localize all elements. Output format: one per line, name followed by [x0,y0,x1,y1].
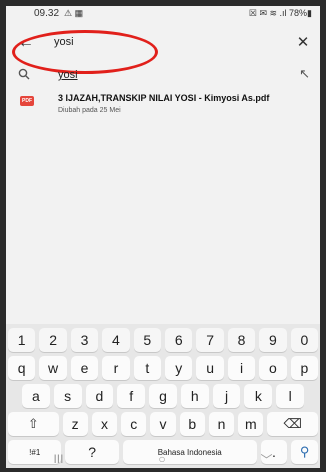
key-5[interactable]: 5 [133,328,162,352]
key-l[interactable]: l [276,384,305,408]
key-7[interactable]: 7 [196,328,224,352]
key-p[interactable]: p [290,356,319,380]
key-o[interactable]: o [259,356,287,380]
key-g[interactable]: g [149,384,177,408]
key-y[interactable]: y [165,356,193,380]
system-nav-bar: III ○ ﹀ [6,450,320,468]
key-3[interactable]: 3 [70,328,99,352]
key-h[interactable]: h [180,384,209,408]
key-j[interactable]: j [212,384,241,408]
key-x[interactable]: x [91,412,118,436]
key-w[interactable]: w [39,356,67,380]
suggestion-text: yosi [58,69,78,81]
keyboard-row-asdf: a s d f g h j k l [22,384,305,408]
key-z[interactable]: z [62,412,88,436]
home-icon[interactable]: ○ [158,452,165,466]
key-e[interactable]: e [70,356,99,380]
key-6[interactable]: 6 [165,328,193,352]
key-8[interactable]: 8 [227,328,256,352]
search-icon [18,68,30,80]
key-v[interactable]: v [150,412,176,436]
key-c[interactable]: c [121,412,147,436]
key-u[interactable]: u [196,356,224,380]
phone-screen: 09.32 ⚠ ▦ ☒ ✉ ≋ .ıl 78%▮ ← yosi ✕ yosi ↖… [0,0,326,472]
key-q[interactable]: q [8,356,36,380]
search-suggestion[interactable]: yosi ↖ [6,64,320,86]
status-system-icons: ☒ ✉ ≋ .ıl 78%▮ [248,8,312,18]
recents-icon[interactable]: III [53,452,63,466]
backspace-icon[interactable]: ⌫ [267,412,318,436]
nav-back-icon[interactable]: ﹀ [261,451,273,468]
key-m[interactable]: m [238,412,264,436]
pdf-file-icon: PDF [20,96,34,106]
key-n[interactable]: n [208,412,235,436]
clear-search-icon[interactable]: ✕ [294,33,312,53]
key-r[interactable]: r [102,356,130,380]
shift-icon[interactable]: ⇧ [8,412,59,436]
keyboard-row-zxcv: ⇧ z x c v b n m ⌫ [8,412,318,436]
key-d[interactable]: d [85,384,114,408]
keyboard-row-qwerty: q w e r t y u i o p [8,356,319,380]
key-b[interactable]: b [179,412,205,436]
key-4[interactable]: 4 [102,328,130,352]
status-bar: 09.32 ⚠ ▦ ☒ ✉ ≋ .ıl 78%▮ [6,6,320,26]
key-f[interactable]: f [117,384,146,408]
result-subtitle: Diubah pada 25 Mei [58,107,121,114]
key-9[interactable]: 9 [259,328,287,352]
result-title: 3 IJAZAH,TRANSKIP NILAI YOSI - Kimyosi A… [58,93,270,103]
key-2[interactable]: 2 [39,328,67,352]
key-a[interactable]: a [22,384,50,408]
key-0[interactable]: 0 [290,328,319,352]
status-notification-icons: ⚠ ▦ [64,8,84,18]
key-s[interactable]: s [53,384,82,408]
status-time: 09.32 [34,8,60,19]
keyboard-number-row: 1 2 3 4 5 6 7 8 9 0 [8,328,319,352]
key-k[interactable]: k [244,384,273,408]
key-1[interactable]: 1 [8,328,36,352]
fill-query-arrow-icon[interactable]: ↖ [299,66,310,82]
key-t[interactable]: t [133,356,162,380]
search-result-item[interactable]: PDF 3 IJAZAH,TRANSKIP NILAI YOSI - Kimyo… [6,90,320,124]
key-i[interactable]: i [227,356,256,380]
